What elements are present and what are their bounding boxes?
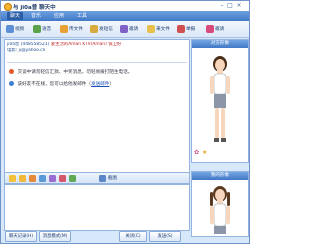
- close-icon[interactable]: ×: [236, 2, 242, 9]
- screenshot-icon[interactable]: [99, 174, 106, 182]
- my-avatar-title: 我的形象: [192, 172, 248, 180]
- star-icon[interactable]: ★: [202, 150, 207, 156]
- tab-chat[interactable]: 聊天: [7, 12, 24, 20]
- contact-email: 电影: ji@yahoo.cn: [7, 47, 46, 53]
- tab-apps[interactable]: 应用: [51, 12, 67, 20]
- tab-tools[interactable]: 工具: [74, 12, 90, 20]
- message-mode-button[interactable]: 消息模式(M): [39, 231, 71, 242]
- app-logo-icon: [4, 3, 12, 11]
- maximize-icon[interactable]: □: [227, 2, 233, 9]
- avatar-actions: ✿ ★: [194, 150, 244, 158]
- history-button[interactable]: 聊天记录(H): [5, 231, 37, 242]
- minimize-icon[interactable]: –: [219, 2, 225, 9]
- shake-icon[interactable]: [39, 174, 46, 182]
- contact-id: ji0a曾 (448558521): [7, 42, 50, 47]
- flower-icon[interactable]: ✿: [194, 150, 199, 156]
- report-icon: [177, 25, 185, 33]
- send-email-link[interactable]: 发送邮件: [91, 82, 109, 87]
- folder-icon: [147, 25, 155, 33]
- window-title: 与 ji0a曾 聊天中: [13, 4, 56, 11]
- voice-message-icon[interactable]: [49, 174, 56, 182]
- contact-avatar-title: 对方形象: [192, 40, 248, 48]
- video-icon: [6, 25, 14, 33]
- file-icon: [60, 25, 68, 33]
- tab-music[interactable]: 音乐: [28, 12, 44, 20]
- message-item: 交谈中请勿轻信汇款、中奖消息，勿轻易拨打陌生电话。: [9, 69, 132, 75]
- title-bar: 与 ji0a曾 聊天中 – □ ×: [1, 1, 249, 11]
- voice-icon: [33, 25, 41, 33]
- font-icon[interactable]: [9, 174, 16, 182]
- image-icon[interactable]: [69, 174, 76, 182]
- send-button[interactable]: 发送(S): [149, 231, 181, 242]
- warning-icon: [9, 69, 14, 74]
- toolbar: 视频 语音 传文件 发短信 邀请 来文件 举报 邀请: [1, 21, 249, 38]
- invite-icon: [120, 25, 128, 33]
- my-avatar: [210, 186, 230, 234]
- chat-history-panel[interactable]: ji0a曾 (448558521) 爱生活的Aman KTV(Aman) 保卫好…: [4, 39, 190, 173]
- info-icon: [9, 81, 14, 86]
- input-toolbar: 截图: [4, 172, 190, 184]
- sms-icon: [90, 25, 98, 33]
- screenshot-label[interactable]: 截图: [108, 175, 117, 181]
- emoji-icon[interactable]: [19, 174, 26, 182]
- message-item: 该好友不在线，您可以给他发邮件（发送邮件）: [9, 81, 114, 87]
- close-button[interactable]: 关闭(C): [119, 231, 147, 242]
- chat-window: 与 ji0a曾 聊天中 – □ × 聊天 音乐 应用 工具 视频 语音 传文件 …: [0, 0, 250, 244]
- footer: 聊天记录(H) 消息模式(M) 关闭(C) 发送(S): [1, 230, 191, 242]
- my-avatar-panel: 我的形象: [191, 171, 249, 237]
- message-input[interactable]: [4, 184, 190, 231]
- contact-avatar: [210, 56, 230, 142]
- music-icon[interactable]: [59, 174, 66, 182]
- magic-emoji-icon[interactable]: [29, 174, 36, 182]
- invite2-icon: [206, 25, 214, 33]
- contact-header: ji0a曾 (448558521) 爱生活的Aman KTV(Aman) 保卫好…: [7, 42, 187, 60]
- tab-bar: 聊天 音乐 应用 工具: [1, 11, 249, 21]
- divider: [7, 62, 187, 63]
- contact-signature: 爱生活的Aman KTV(Aman) 保卫好: [50, 42, 122, 47]
- contact-avatar-panel: 对方形象 ✿ ★: [191, 39, 249, 163]
